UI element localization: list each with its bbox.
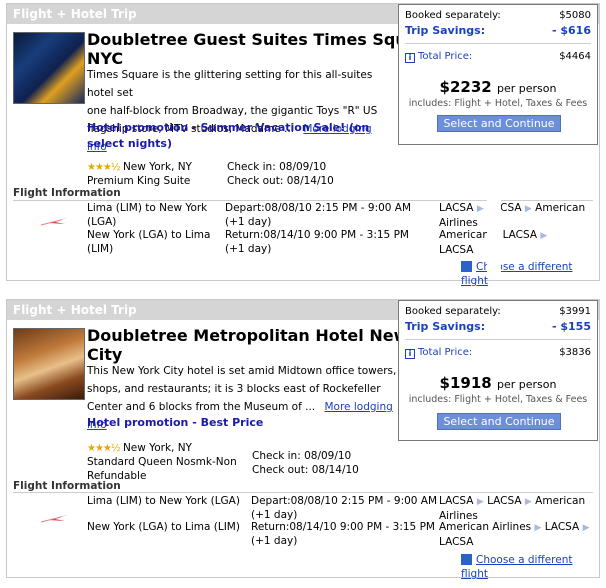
choose-flight[interactable]: Choose a different flight xyxy=(461,553,599,581)
room-type: Standard Queen Nosmk-Non Refundable xyxy=(87,456,237,482)
airlines-outbound: LACSA ▶ LACSA ▶ American Airlines xyxy=(439,495,586,522)
booked-separately-label: Booked separately: xyxy=(405,10,501,21)
star-rating-icon: ★★★½ xyxy=(87,443,121,454)
flight-info-label: Flight Information xyxy=(13,480,121,492)
trip-savings-value: - $155 xyxy=(551,320,591,333)
depart-time: Depart:08/08/10 2:15 PM - 9:00 AM (+1 da… xyxy=(225,202,412,228)
arrow-right-icon: ▶ xyxy=(476,204,484,214)
select-and-continue-button[interactable]: Select and Continue xyxy=(437,413,561,430)
flight-select-icon xyxy=(461,261,472,272)
trip-savings-label: Trip Savings: xyxy=(405,24,486,37)
check-out: Check out: 08/14/10 xyxy=(227,175,334,187)
info-icon[interactable]: i xyxy=(405,53,415,63)
airplane-icon xyxy=(37,218,67,226)
hotel-thumbnail[interactable] xyxy=(13,32,85,104)
airlines-outbound: LACSA ▶ LACSA ▶ American Airlines xyxy=(439,202,586,229)
arrow-right-icon: ▶ xyxy=(540,231,548,241)
price-summary: Booked separately: $3991 Trip Savings: -… xyxy=(398,300,598,441)
arrow-right-icon: ▶ xyxy=(524,204,532,214)
hotel-thumbnail[interactable] xyxy=(13,328,85,400)
total-price-value: $3836 xyxy=(559,347,591,358)
booked-separately-value: $3991 xyxy=(559,306,591,317)
check-in: Check in: 08/09/10 xyxy=(227,161,327,173)
return-time: Return:08/14/10 9:00 PM - 3:15 PM (+1 da… xyxy=(225,229,409,255)
trip-card-1: Flight + Hotel Trip Doubletree Guest Sui… xyxy=(6,3,600,287)
route-outbound: Lima (LIM) to New York (LGA) xyxy=(87,495,240,507)
route-outbound: Lima (LIM) to New York (LGA) xyxy=(87,202,208,228)
choose-flight[interactable]: Choose a different flight xyxy=(461,260,599,288)
divider xyxy=(405,43,591,44)
depart-time: Depart:08/08/10 2:15 PM - 9:00 AM (+1 da… xyxy=(251,495,438,521)
arrow-right-icon: ▶ xyxy=(582,523,590,533)
room-type: Premium King Suite xyxy=(87,175,191,187)
total-price-label: Total Price: xyxy=(418,347,473,358)
arrow-right-icon: ▶ xyxy=(534,523,542,533)
hotel-rating-location: ★★★½ New York, NY xyxy=(87,442,192,454)
trip-savings-label: Trip Savings: xyxy=(405,320,486,333)
divider xyxy=(13,492,593,493)
hotel-promotion-link[interactable]: Hotel promotion - Summer Vacation Sale! … xyxy=(87,120,387,152)
select-and-continue-button[interactable]: Select and Continue xyxy=(437,115,561,132)
return-time: Return:08/14/10 9:00 PM - 3:15 PM (+1 da… xyxy=(251,521,435,547)
arrow-right-icon: ▶ xyxy=(476,497,484,507)
flight-select-icon xyxy=(461,554,472,565)
trip-savings-value: - $616 xyxy=(551,24,591,37)
route-return: New York (LGA) to Lima (LIM) xyxy=(87,229,211,255)
airlines-return: American Airlines ▶ LACSA ▶ LACSA xyxy=(439,521,590,548)
mask xyxy=(487,180,501,278)
choose-different-flight-link[interactable]: Choose a different flight xyxy=(461,554,572,580)
hotel-name-line1: Doubletree Guest Suites Times Square xyxy=(87,30,437,49)
star-rating-icon: ★★★½ xyxy=(87,162,121,173)
divider xyxy=(405,339,591,340)
hotel-name[interactable]: Doubletree Guest Suites Times Square NYC xyxy=(87,30,436,68)
per-person-price: $2232 per person xyxy=(439,78,557,96)
airplane-icon xyxy=(37,515,67,523)
total-price-value: $4464 xyxy=(559,51,591,62)
total-price-label: Total Price: xyxy=(418,51,473,62)
arrow-right-icon: ▶ xyxy=(524,497,532,507)
route-return: New York (LGA) to Lima (LIM) xyxy=(87,521,240,533)
check-out: Check out: 08/14/10 xyxy=(252,464,359,476)
choose-different-flight-link[interactable]: Choose a different flight xyxy=(461,261,572,287)
booked-separately-value: $5080 xyxy=(559,10,591,21)
trip-card-2: Flight + Hotel Trip Doubletree Metropoli… xyxy=(6,299,600,581)
flight-info-label: Flight Information xyxy=(13,187,121,199)
hotel-promotion-link[interactable]: Hotel promotion - Best Price xyxy=(87,415,387,431)
check-in: Check in: 08/09/10 xyxy=(252,450,352,462)
info-icon[interactable]: i xyxy=(405,349,415,359)
booked-separately-label: Booked separately: xyxy=(405,306,501,317)
per-person-price: $1918 per person xyxy=(439,374,557,392)
price-includes: includes: Flight + Hotel, Taxes & Fees xyxy=(408,98,588,109)
price-includes: includes: Flight + Hotel, Taxes & Fees xyxy=(408,394,588,405)
price-summary: Booked separately: $5080 Trip Savings: -… xyxy=(398,4,598,145)
hotel-rating-location: ★★★½ New York, NY xyxy=(87,161,192,173)
